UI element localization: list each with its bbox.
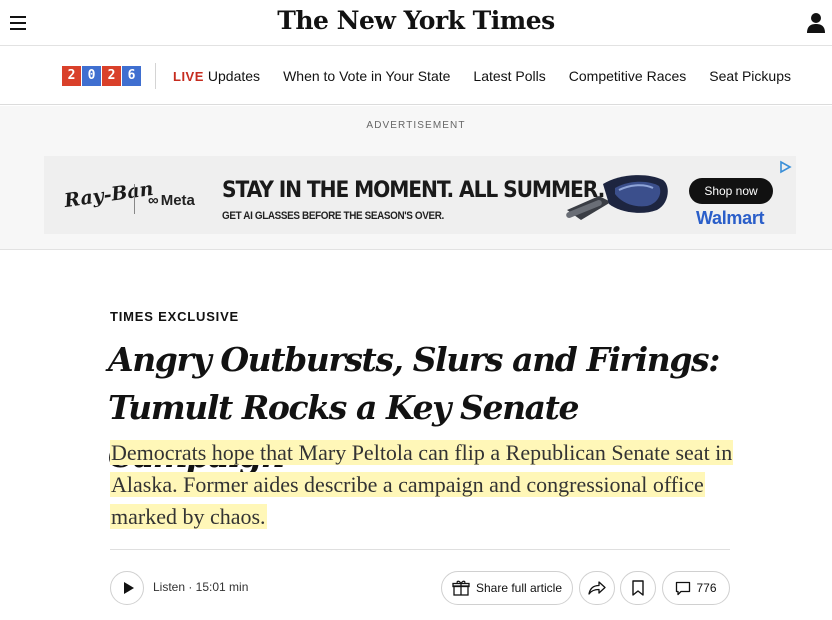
listen-duration[interactable]: Listen · 15:01 min xyxy=(153,580,248,594)
comments-button[interactable]: 776 xyxy=(662,571,730,605)
ad-subline: GET AI GLASSES BEFORE THE SEASON'S OVER. xyxy=(222,210,444,222)
share-label: Share full article xyxy=(475,581,563,595)
divider xyxy=(110,549,730,550)
top-bar: The New York Times xyxy=(0,0,832,46)
meta-infinity-icon: ∞ xyxy=(148,192,159,209)
live-updates-text: Updates xyxy=(207,68,261,84)
ad-headline: STAY IN THE MOMENT. ALL SUMMER. xyxy=(222,178,605,203)
comment-icon xyxy=(676,581,691,595)
summary-text: Democrats hope that Mary Peltola can fli… xyxy=(110,440,734,529)
masthead-logo[interactable]: The New York Times xyxy=(0,6,832,35)
advertisement-label: ADVERTISEMENT xyxy=(366,120,466,131)
election-nav-links: LIVE Updates When to Vote in Your State L… xyxy=(173,68,814,84)
article-summary: Democrats hope that Mary Peltola can fli… xyxy=(110,437,750,533)
share-button[interactable] xyxy=(579,571,615,605)
meta-logo: ∞ Meta xyxy=(148,192,195,209)
badge-digit: 0 xyxy=(82,66,101,86)
headline-line: Angry Outbursts, Slurs and Firings: xyxy=(108,340,720,379)
user-icon[interactable] xyxy=(806,12,826,34)
gift-icon xyxy=(452,580,470,596)
play-audio-button[interactable] xyxy=(110,571,144,605)
ad-banner[interactable]: Ray-Ban ∞ Meta STAY IN THE MOMENT. ALL SU… xyxy=(44,156,796,234)
save-article-button[interactable] xyxy=(620,571,656,605)
nav-when-to-vote[interactable]: When to Vote in Your State xyxy=(283,68,450,84)
ad-brand-divider xyxy=(134,184,135,214)
nav-competitive-races[interactable]: Competitive Races xyxy=(569,68,687,84)
badge-digit: 6 xyxy=(122,66,141,86)
shop-now-button[interactable]: Shop now xyxy=(689,178,773,204)
election-nav: 2 0 2 6 LIVE Updates When to Vote in Your… xyxy=(0,47,832,105)
share-full-article-button[interactable]: Share full article xyxy=(441,571,573,605)
article-kicker: TIMES EXCLUSIVE xyxy=(110,309,240,324)
badge-digit: 2 xyxy=(62,66,81,86)
nav-seat-pickups[interactable]: Seat Pickups xyxy=(709,68,791,84)
share-arrow-icon xyxy=(588,581,606,595)
nav-latest-polls[interactable]: Latest Polls xyxy=(473,68,545,84)
rayban-logo: Ray-Ban xyxy=(62,177,155,213)
adchoices-icon[interactable] xyxy=(778,160,792,174)
nav-divider xyxy=(155,63,156,89)
ad-zone: ADVERTISEMENT Ray-Ban ∞ Meta STAY IN THE … xyxy=(0,106,832,250)
comment-count: 776 xyxy=(696,581,717,595)
bookmark-icon xyxy=(632,580,644,596)
meta-logo-text: Meta xyxy=(160,192,195,209)
live-label: LIVE xyxy=(173,69,204,84)
badge-digit: 2 xyxy=(102,66,121,86)
walmart-logo: Walmart xyxy=(696,208,765,228)
nav-live-updates[interactable]: LIVE Updates xyxy=(173,68,260,84)
election-2026-badge[interactable]: 2 0 2 6 xyxy=(62,66,142,86)
smart-glasses-image xyxy=(566,175,668,220)
